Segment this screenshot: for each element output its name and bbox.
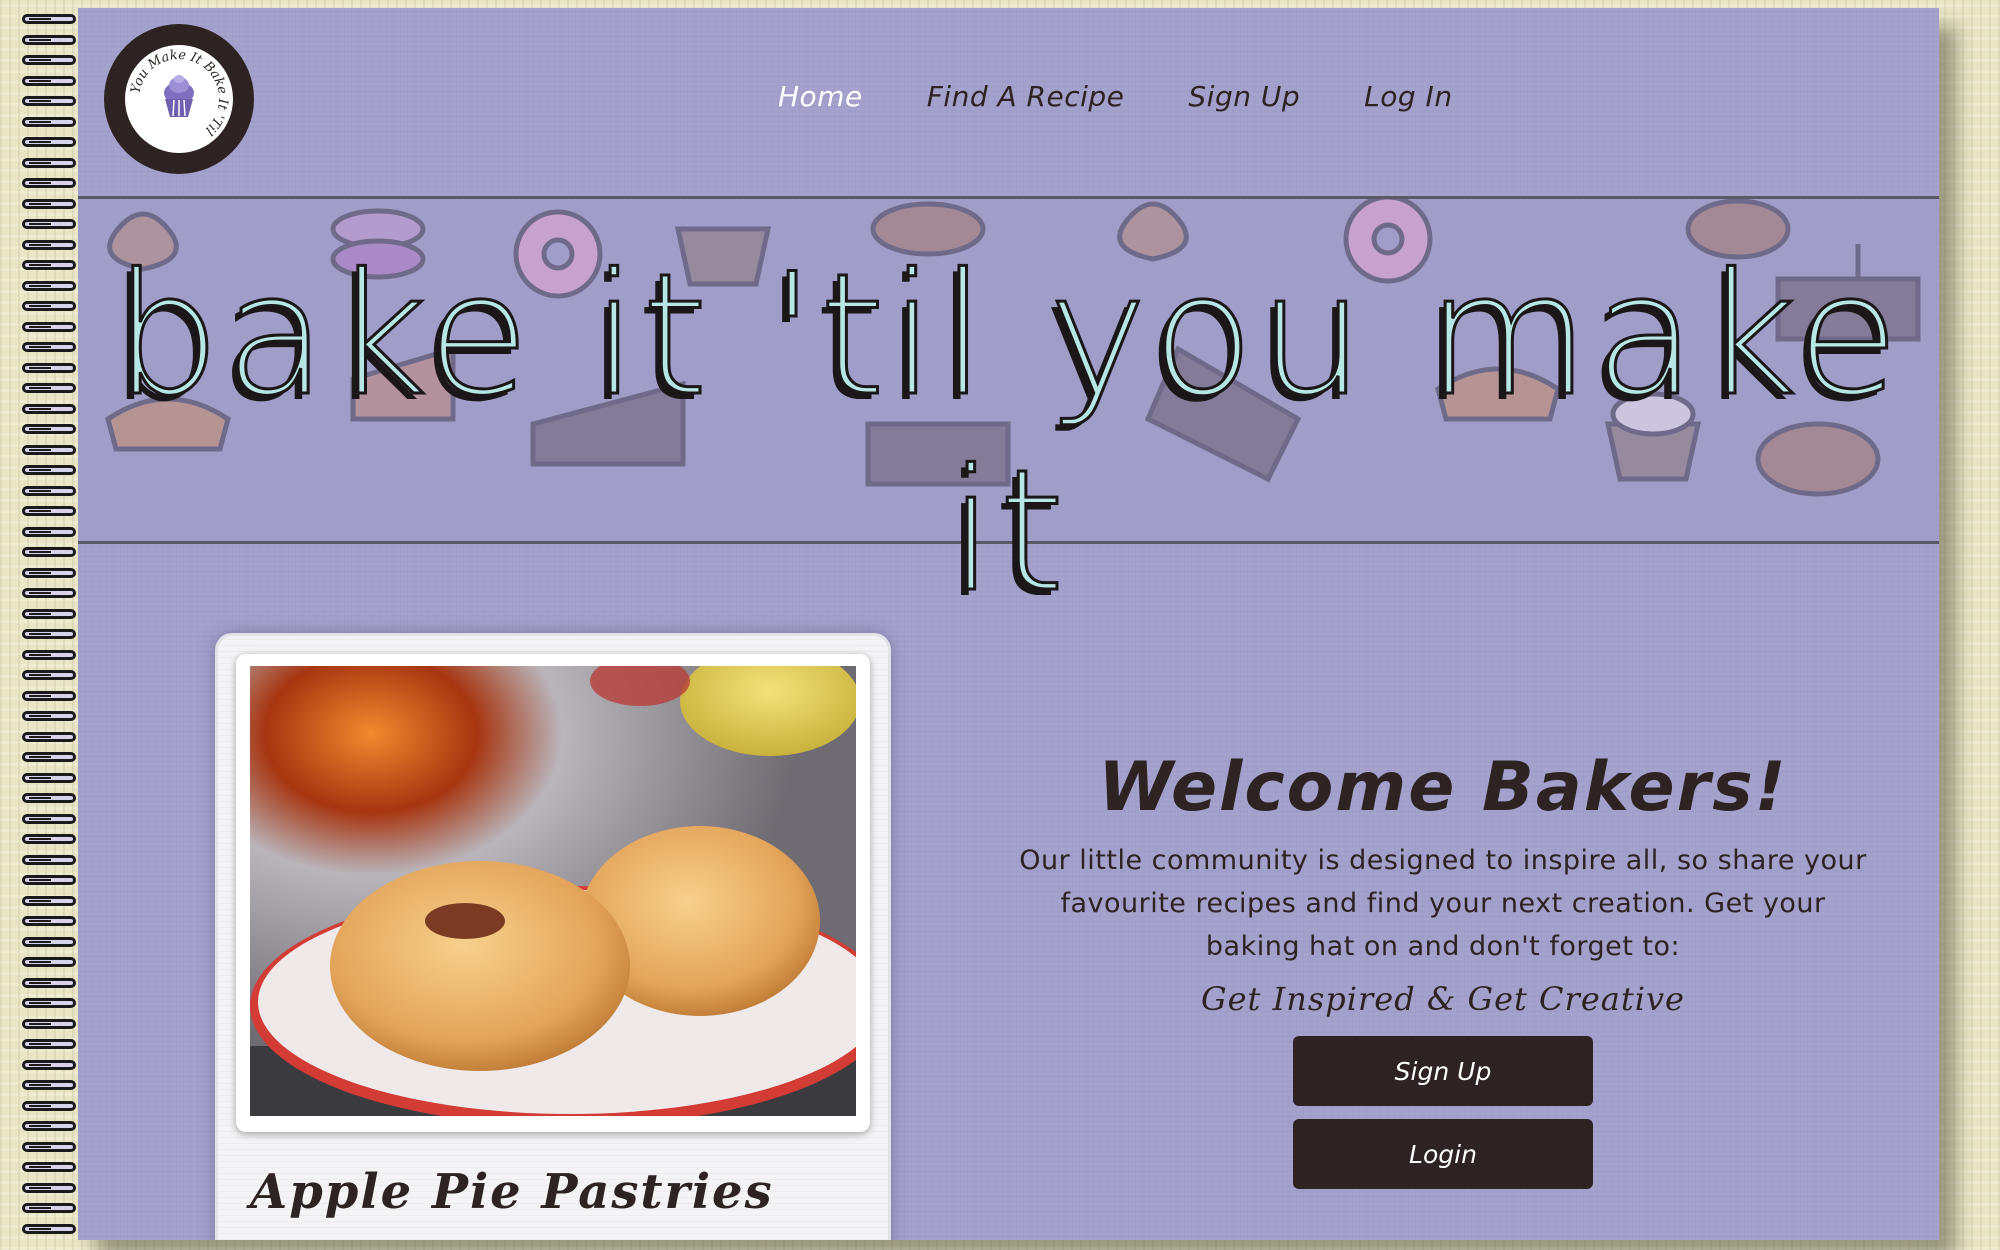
spiral-coil (22, 998, 76, 1008)
spiral-coil (22, 547, 76, 557)
spiral-coil (22, 608, 76, 619)
nav-sign-up-link[interactable]: Sign Up (1188, 80, 1300, 113)
spiral-coil (22, 219, 76, 229)
spiral-coil (22, 629, 76, 639)
spiral-coil (22, 465, 76, 475)
featured-recipe-card[interactable]: Apple Pie Pastries (218, 636, 888, 1240)
recipe-photo (250, 666, 856, 1116)
spiral-coil (22, 1039, 76, 1049)
spiral-coil (22, 444, 76, 455)
spiral-coil (22, 567, 76, 578)
banner-title: bake it 'til you make it (112, 236, 1904, 631)
spiral-coil (22, 362, 76, 373)
apple-pie-pastries-image (250, 666, 856, 1116)
nav-log-in-link[interactable]: Log In (1364, 80, 1452, 113)
spiral-coil (22, 280, 76, 291)
spiral-coil (22, 301, 76, 311)
spiral-coil (22, 772, 76, 783)
welcome-text: Our little community is designed to insp… (1019, 845, 1867, 962)
spiral-coil (22, 321, 76, 332)
spiral-coil (22, 1059, 76, 1070)
spiral-coil (22, 690, 76, 701)
spiral-coil (22, 670, 76, 680)
notebook-page: You Make It Bake It 'Til Home Find A Rec… (78, 8, 1939, 1240)
spiral-coil (22, 1018, 76, 1029)
hero-banner: bake it 'til you make it (78, 196, 1939, 631)
site-header: You Make It Bake It 'Til Home Find A Rec… (78, 8, 1939, 198)
spiral-coil (22, 854, 76, 865)
spiral-coil (22, 813, 76, 824)
spiral-coil (22, 752, 76, 762)
spiral-coil (22, 526, 76, 537)
sign-up-button[interactable]: Sign Up (1293, 1036, 1593, 1106)
spiral-coil (22, 834, 76, 844)
welcome-section: Welcome Bakers! Our little community is … (1018, 748, 1868, 1189)
spiral-coil (22, 1080, 76, 1090)
spiral-coil (22, 34, 76, 45)
recipe-photo-frame (236, 654, 870, 1132)
spiral-coil (22, 588, 76, 598)
spiral-coil (22, 383, 76, 393)
spiral-coil (22, 1141, 76, 1152)
spiral-coil (22, 936, 76, 947)
spiral-coil (22, 895, 76, 906)
spiral-coil (22, 977, 76, 988)
site-logo[interactable]: You Make It Bake It 'Til (102, 22, 256, 176)
spiral-coil (22, 116, 76, 127)
spiral-coil (22, 957, 76, 967)
spiral-coil (22, 260, 76, 270)
spiral-coil (22, 711, 76, 721)
spiral-coil (22, 198, 76, 209)
spiral-binding (22, 8, 78, 1240)
spiral-coil (22, 403, 76, 414)
cupcake-icon: You Make It Bake It 'Til (128, 48, 230, 138)
spiral-coil (22, 649, 76, 660)
spiral-coil (22, 1121, 76, 1131)
main-nav: Home Find A Recipe Sign Up Log In (778, 80, 1453, 113)
spiral-coil (22, 239, 76, 250)
spiral-coil (22, 1162, 76, 1172)
spiral-coil (22, 875, 76, 885)
spiral-coil (22, 14, 76, 24)
spiral-coil (22, 75, 76, 86)
spiral-coil (22, 485, 76, 496)
spiral-coil (22, 793, 76, 803)
spiral-coil (22, 1203, 76, 1213)
spiral-coil (22, 342, 76, 352)
spiral-coil (22, 137, 76, 147)
nav-find-recipe-link[interactable]: Find A Recipe (927, 80, 1125, 113)
spiral-coil (22, 157, 76, 168)
nav-home-link[interactable]: Home (778, 80, 863, 113)
spiral-coil (22, 916, 76, 926)
spiral-coil (22, 1223, 76, 1234)
spiral-coil (22, 178, 76, 188)
logo-badge: You Make It Bake It 'Til (125, 45, 233, 153)
spiral-coil (22, 506, 76, 516)
recipe-title[interactable]: Apple Pie Pastries (250, 1164, 774, 1220)
spiral-coil (22, 731, 76, 742)
welcome-tagline: Get Inspired & Get Creative (1201, 980, 1685, 1018)
spiral-coil (22, 1100, 76, 1111)
login-button[interactable]: Login (1293, 1119, 1593, 1189)
spiral-coil (22, 55, 76, 65)
spiral-coil (22, 424, 76, 434)
spiral-coil (22, 96, 76, 106)
welcome-title: Welcome Bakers! (1098, 748, 1788, 827)
spiral-coil (22, 1182, 76, 1193)
